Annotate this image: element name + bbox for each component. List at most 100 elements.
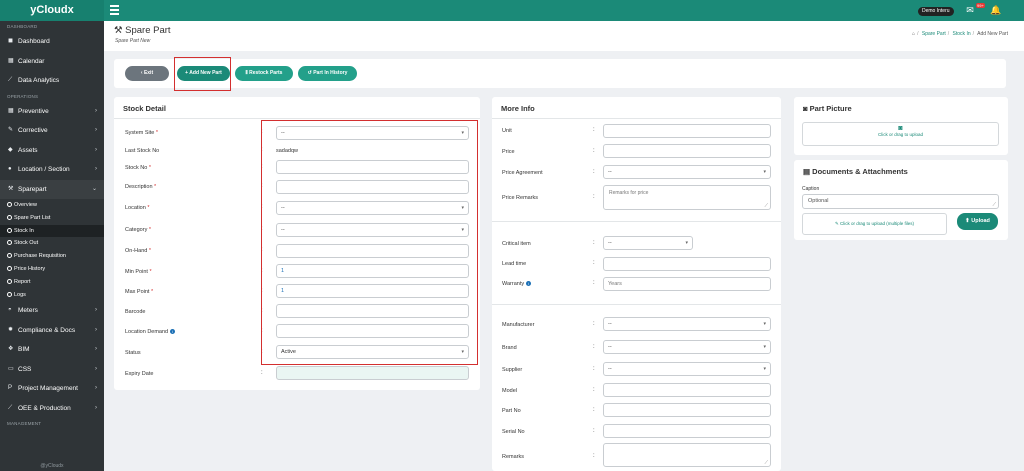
documents-title: ▤ Documents & Attachments	[803, 167, 908, 176]
notification-count: 99+	[976, 3, 985, 8]
highlight-stock-fields	[261, 120, 478, 365]
sidebar-subitem-stock-in[interactable]: Stock In	[0, 224, 104, 238]
sidebar-item-assets[interactable]: ◆ Assets ›	[0, 141, 104, 161]
last-stock-no-label: Last Stock No	[125, 148, 160, 154]
toolbar: ‹ Exit + Add New Part ⦀ Restock Parts ↺ …	[114, 59, 1006, 88]
chevron-right-icon: ›	[95, 346, 97, 353]
barcode-label: Barcode	[125, 309, 146, 315]
documents-upload-area[interactable]: ✎ Click or drag to upload (multiple file…	[802, 213, 947, 235]
user-badge[interactable]: Demo Interu	[918, 7, 954, 16]
home-icon[interactable]: ⌂	[912, 31, 915, 37]
serial-no-label: Serial No	[502, 429, 525, 435]
documents-card: ▤ Documents & Attachments Caption Option…	[794, 160, 1008, 240]
brand-select[interactable]: --	[603, 340, 771, 354]
price-remarks-textarea[interactable]: Remarks for price	[603, 185, 771, 210]
sidebar-item-location-section[interactable]: ● Location / Section ›	[0, 160, 104, 180]
chevron-down-icon: ⌄	[91, 185, 97, 192]
critical-item-label: Critical item	[502, 241, 531, 247]
sidebar-item-data-analytics[interactable]: ⟋ Data Analytics	[0, 71, 104, 91]
unit-input[interactable]	[603, 124, 771, 138]
monitor-icon: ▭	[8, 365, 14, 372]
highlight-add-new-part	[174, 57, 231, 91]
sidebar-subitem-price-history[interactable]: Price History	[0, 263, 104, 276]
description-label: Description *	[125, 184, 157, 190]
tag-icon: ◆	[8, 146, 13, 153]
sidebar-item-compliance-docs[interactable]: ✹ Compliance & Docs ›	[0, 321, 104, 341]
part-picture-upload-area[interactable]: ◙ Click or drag to upload	[802, 122, 999, 146]
hamburger-menu-icon[interactable]	[110, 5, 119, 15]
sidebar-item-css[interactable]: ▭ CSS ›	[0, 360, 104, 380]
dashboard-icon: ◼	[8, 38, 13, 44]
sidebar-item-meters[interactable]: ◓ Meters ›	[0, 301, 104, 321]
price-input[interactable]	[603, 144, 771, 158]
bell-icon[interactable]: 🔔	[990, 5, 1002, 16]
more-info-card: More Info Unit : Price : Price Agreement…	[492, 97, 781, 471]
supplier-select[interactable]: --	[603, 362, 771, 376]
manufacturer-select[interactable]: --	[603, 317, 771, 331]
camera-icon: ◙	[898, 125, 903, 132]
sidebar-item-oee-production[interactable]: ⟋ OEE & Production ›	[0, 399, 104, 419]
project-icon: P	[8, 385, 13, 392]
warranty-input[interactable]: Years	[603, 277, 771, 291]
page-subtitle: Spare Part New	[115, 38, 151, 44]
camera-icon: ◙	[803, 104, 810, 113]
info-icon[interactable]: i	[169, 329, 175, 334]
info-icon[interactable]: i	[525, 281, 531, 286]
upload-button[interactable]: ⬆ Upload	[957, 213, 998, 230]
sidebar-item-project-management[interactable]: P Project Management ›	[0, 379, 104, 399]
messages-icon[interactable]: ✉	[964, 5, 976, 16]
price-remarks-label: Price Remarks	[502, 195, 539, 201]
sidebar-subitem-spare-part-list[interactable]: Spare Part List	[0, 212, 104, 225]
sidebar-subitem-report[interactable]: Report	[0, 276, 104, 289]
chevron-right-icon: ›	[95, 365, 97, 372]
chevron-right-icon: ›	[95, 404, 97, 411]
brand-label: Brand	[502, 345, 517, 351]
category-label: Category *	[125, 227, 151, 233]
sidebar-item-dashboard[interactable]: ◼ Dashboard	[0, 32, 104, 52]
tools-icon: ⚒	[114, 25, 126, 36]
sidebar-subitem-purchase-requisition[interactable]: Purchase Requisition	[0, 250, 104, 263]
part-no-input[interactable]	[603, 403, 771, 417]
page-title: ⚒ Spare Part	[114, 25, 171, 36]
chevron-right-icon: ›	[95, 326, 97, 333]
location-icon: ●	[8, 166, 12, 172]
calendar-icon: ▦	[8, 57, 14, 64]
lead-time-input[interactable]	[603, 257, 771, 271]
document-icon: ▤	[803, 167, 813, 176]
manufacturer-label: Manufacturer	[502, 322, 535, 328]
restock-parts-button[interactable]: ⦀ Restock Parts	[235, 66, 293, 81]
sidebar-item-calendar[interactable]: ▦ Calendar	[0, 52, 104, 72]
page-header: ⚒ Spare Part Spare Part New ⌂ / Spare Par…	[104, 21, 1024, 51]
chevron-right-icon: ›	[95, 385, 97, 392]
sidebar-item-bim[interactable]: ❖ BIM ›	[0, 340, 104, 360]
critical-item-select[interactable]: --	[603, 236, 693, 250]
meter-icon: ◓	[8, 307, 12, 314]
expiry-date-input[interactable]	[276, 366, 469, 380]
system-site-label: System Site *	[125, 130, 159, 136]
sidebar-subitem-logs[interactable]: Logs	[0, 289, 104, 302]
caption-textarea[interactable]: Optional	[802, 194, 999, 209]
sidebar-subitem-overview[interactable]: Overview	[0, 199, 104, 212]
chart-icon: ⟋	[8, 404, 13, 411]
price-label: Price	[502, 149, 515, 155]
remarks-textarea[interactable]	[603, 443, 771, 467]
part-in-history-button[interactable]: ↺ Part In History	[298, 66, 357, 81]
location-demand-label: Location Demand i	[125, 329, 175, 335]
price-agreement-select[interactable]: --	[603, 165, 771, 179]
serial-no-input[interactable]	[603, 424, 771, 438]
breadcrumb-add-new-part: Add New Part	[977, 31, 1008, 37]
location-label: Location *	[125, 205, 150, 211]
sidebar-item-corrective[interactable]: ✎ Corrective ›	[0, 121, 104, 141]
sidebar-item-preventive[interactable]: ▦ Preventive ›	[0, 102, 104, 122]
chevron-right-icon: ›	[95, 107, 97, 114]
breadcrumb-stock-in[interactable]: Stock In	[953, 31, 971, 37]
tools-icon: ⚒	[8, 185, 14, 192]
breadcrumb-spare-part[interactable]: Spare Part	[922, 31, 946, 37]
sidebar-item-sparepart[interactable]: ⚒ Sparepart ⌄	[0, 179, 104, 199]
sidebar-subitem-stock-out[interactable]: Stock Out	[0, 237, 104, 250]
brand-logo[interactable]: yCloudx	[0, 0, 104, 21]
exit-button[interactable]: ‹ Exit	[125, 66, 169, 81]
sidebar-section-operations: OPERATIONS	[7, 93, 39, 99]
model-input[interactable]	[603, 383, 771, 397]
unit-label: Unit	[502, 128, 512, 134]
